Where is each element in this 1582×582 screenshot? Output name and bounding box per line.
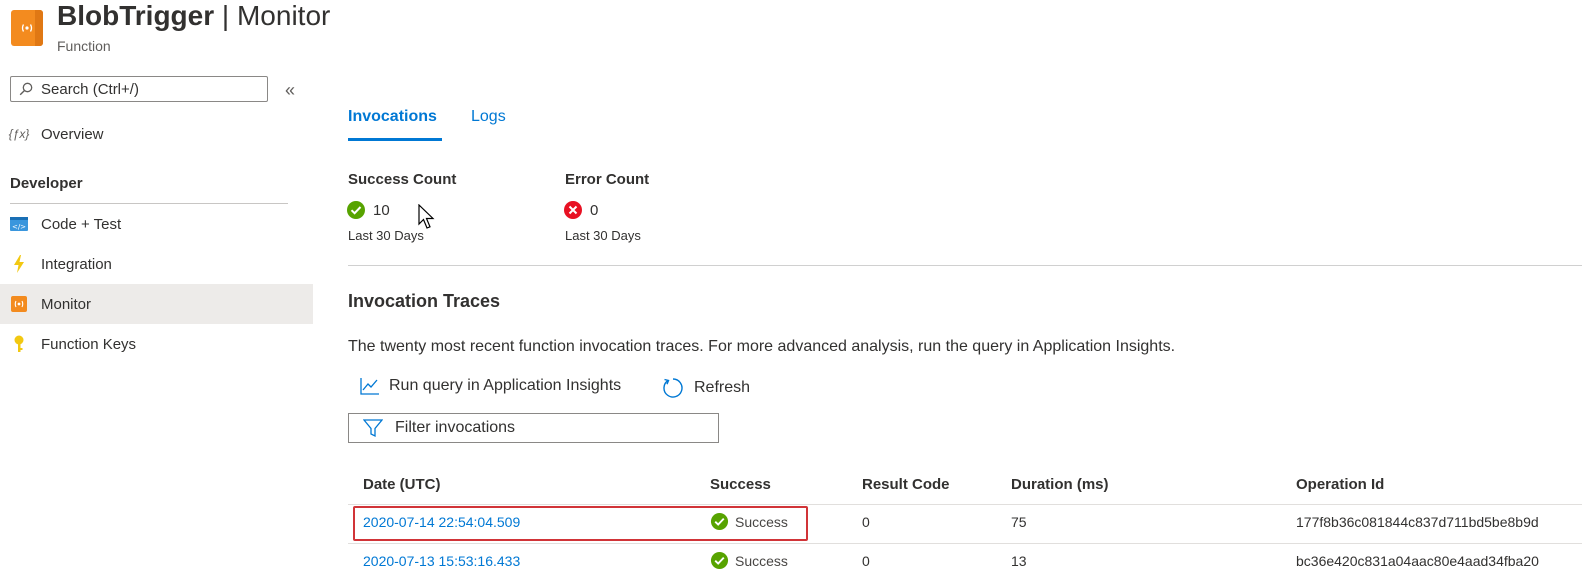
search-icon [19,82,33,96]
filter-icon [363,419,383,438]
column-header-success[interactable]: Success [710,476,771,493]
run-query-button[interactable]: Run query in Application Insights [360,377,621,395]
table-row-2-success: Success [710,551,788,570]
row-highlight-box [353,506,808,541]
sidebar-item-label: Integration [41,255,112,273]
key-icon [10,335,28,353]
success-count-period: Last 30 Days [348,228,424,243]
table-row-2-result-code: 0 [862,553,870,569]
success-count-number: 10 [373,201,390,219]
table-row-1-result-code: 0 [862,514,870,530]
broadcast-icon [21,24,33,32]
page-title: BlobTrigger | Monitor [57,0,330,32]
lightning-icon [10,255,28,273]
collapse-sidebar-icon[interactable]: « [285,80,295,101]
monitor-icon [10,295,28,313]
invocation-traces-title: Invocation Traces [348,291,501,311]
refresh-label: Refresh [694,379,751,396]
title-separator: | [214,0,237,31]
sidebar-item-label: Code + Test [41,215,122,233]
search-input[interactable] [39,79,263,99]
table-row-1-duration: 75 [1011,514,1027,530]
error-count-period: Last 30 Days [565,228,641,243]
column-header-result-code[interactable]: Result Code [862,476,950,493]
page-subtitle: Function [57,38,111,54]
sidebar-section-developer: Developer [10,175,83,192]
success-check-icon [347,201,365,219]
column-header-date[interactable]: Date (UTC) [363,476,441,493]
column-header-operation-id[interactable]: Operation Id [1296,476,1384,493]
error-count-value: 0 [563,200,598,220]
table-row-2-duration: 13 [1011,553,1027,569]
svg-text:</>: </> [12,223,26,231]
sidebar-item-monitor[interactable]: Monitor [0,284,313,324]
table-header-divider [348,504,1582,505]
sidebar-item-label: Monitor [41,295,92,313]
sidebar-item-overview[interactable]: {ƒx} Overview [0,114,313,154]
error-count-number: 0 [590,201,599,219]
success-status-text: Success [735,552,788,569]
table-row-1-operation-id: 177f8b36c081844c837d711bd5be8b9d [1296,514,1539,530]
run-query-label: Run query in Application Insights [389,377,622,394]
sidebar-search[interactable] [10,76,268,102]
sidebar-item-code-test[interactable]: </> Code + Test [0,204,313,244]
tab-active-indicator [348,138,442,141]
filter-invocations-input[interactable] [393,418,697,438]
error-count-label: Error Count [565,171,650,188]
filter-invocations-box[interactable] [348,413,719,443]
table-row-2-operation-id: bc36e420c831a04aac80e4aad34fba20 [1296,553,1539,569]
function-fx-icon: {ƒx} [8,127,30,141]
sidebar-item-label: Overview [41,125,104,143]
success-count-value: 10 [346,200,390,220]
column-header-duration[interactable]: Duration (ms) [1011,476,1109,493]
table-row-divider [348,543,1582,544]
refresh-icon [662,377,684,399]
success-count-label: Success Count [348,171,457,188]
sidebar-item-function-keys[interactable]: Function Keys [0,324,313,364]
code-icon: </> [10,215,28,233]
tab-invocations[interactable]: Invocations [348,108,437,126]
success-check-icon [710,551,729,570]
sidebar-item-integration[interactable]: Integration [0,244,313,284]
title-main: BlobTrigger [57,0,215,31]
table-row-2-date-link[interactable]: 2020-07-13 15:53:16.433 [363,553,520,569]
function-app-icon [11,10,43,46]
error-x-icon [564,201,582,219]
tab-logs[interactable]: Logs [471,108,506,126]
chart-line-icon [360,377,379,395]
refresh-button[interactable]: Refresh [662,377,750,399]
invocation-traces-description: The twenty most recent function invocati… [348,338,1176,355]
section-divider [348,265,1582,266]
sidebar-item-label: Function Keys [41,335,137,353]
title-rest: Monitor [236,0,331,31]
mouse-cursor-icon [418,204,435,229]
